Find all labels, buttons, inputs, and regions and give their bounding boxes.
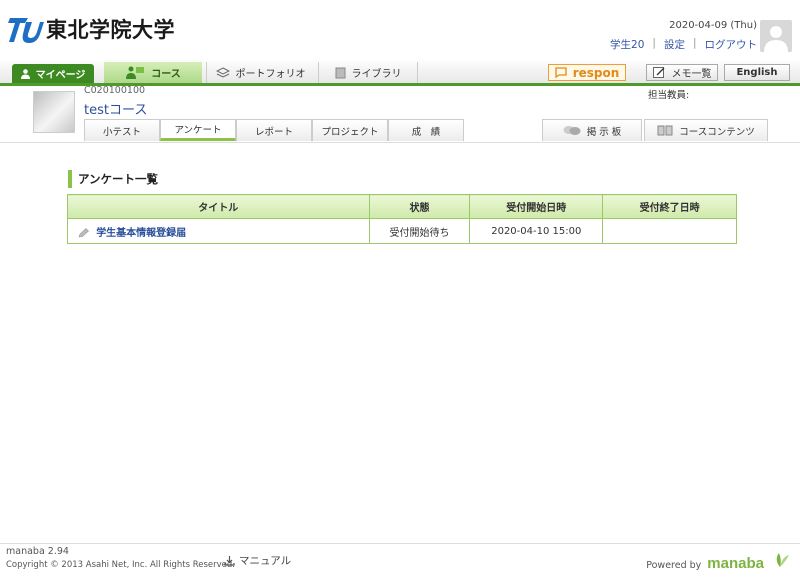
main-content: アンケート一覧 タイトル 状態 受付開始日時 受付終了日時 学生基本情報登録届 …: [0, 146, 800, 542]
survey-status: 受付開始待ち: [368, 218, 471, 244]
user-silhouette-icon: [764, 26, 788, 52]
teacher-label: 担当教員:: [648, 90, 690, 101]
survey-end-time: [602, 218, 737, 244]
university-name: 東北学院大学: [46, 18, 175, 42]
column-header-start: 受付開始日時: [469, 194, 604, 219]
university-logo[interactable]: 東北学院大学: [8, 12, 175, 46]
logout-link[interactable]: ログアウト: [705, 37, 758, 52]
course-header: C020100100 testコース 担当教員: 小テスト アンケート レポート…: [0, 85, 800, 143]
manual-link[interactable]: マニュアル: [224, 553, 291, 568]
book-icon: [335, 67, 345, 78]
site-header: 東北学院大学 2020-04-09 (Thu) 学生20 | 設定 | ログアウ…: [0, 0, 800, 60]
main-nav: マイページ コース ポートフォリオ ライブラリ respon メモ一覧 Engl…: [0, 60, 800, 86]
table-header-row: タイトル 状態 受付開始日時 受付終了日時: [67, 194, 737, 219]
column-header-end: 受付終了日時: [602, 194, 737, 219]
section-title: アンケート一覧: [68, 170, 158, 188]
table-row: 学生基本情報登録届 受付開始待ち 2020-04-10 15:00: [67, 218, 737, 244]
leaf-icon: [776, 553, 789, 567]
survey-title-cell: 学生基本情報登録届: [67, 218, 370, 244]
nav-library[interactable]: ライブラリ: [318, 62, 418, 83]
tab-bulletin-board[interactable]: 掲 示 板: [542, 119, 642, 141]
pencil-icon: [78, 227, 89, 237]
column-header-title: タイトル: [67, 194, 370, 219]
tab-grades[interactable]: 成 績: [388, 119, 464, 141]
tab-report[interactable]: レポート: [236, 119, 312, 141]
course-name[interactable]: testコース: [84, 99, 147, 118]
course-thumbnail: [33, 91, 75, 133]
speech-bubble-icon: [555, 67, 567, 78]
survey-title-link[interactable]: 学生基本情報登録届: [96, 228, 186, 239]
nav-course[interactable]: コース: [104, 62, 202, 83]
tab-project[interactable]: プロジェクト: [312, 119, 388, 141]
manaba-logo[interactable]: manaba: [707, 555, 764, 572]
open-book-icon: [657, 125, 673, 136]
site-footer: manaba 2.94 Copyright © 2013 Asahi Net, …: [0, 543, 800, 580]
copyright-text: Copyright © 2013 Asahi Net, Inc. All Rig…: [6, 560, 235, 570]
nav-english-button[interactable]: English: [724, 64, 790, 81]
layers-icon: [215, 66, 230, 78]
memo-pencil-icon: [652, 67, 664, 78]
user-name-link[interactable]: 学生20: [610, 37, 644, 52]
nav-respon-button[interactable]: respon: [548, 64, 626, 81]
course-code: C020100100: [84, 85, 146, 96]
tgu-logo-icon: [8, 18, 44, 43]
survey-table: タイトル 状態 受付開始日時 受付終了日時 学生基本情報登録届 受付開始待ち 2…: [67, 194, 737, 244]
separator: |: [652, 37, 656, 49]
powered-by: Powered by manaba: [646, 550, 790, 572]
person-icon: [20, 68, 30, 79]
nav-mypage[interactable]: マイページ: [12, 64, 94, 83]
tab-survey[interactable]: アンケート: [160, 119, 236, 141]
current-date: 2020-04-09 (Thu): [669, 20, 757, 31]
separator: |: [692, 37, 697, 49]
tab-course-contents[interactable]: コースコンテンツ: [644, 119, 768, 141]
nav-memo-button[interactable]: メモ一覧: [646, 64, 718, 81]
survey-start-time: 2020-04-10 15:00: [469, 218, 604, 244]
tab-quiz[interactable]: 小テスト: [84, 119, 160, 141]
course-tabs: 小テスト アンケート レポート プロジェクト 成 績: [84, 119, 464, 141]
user-links: 学生20 | 設定 | ログアウト: [610, 37, 757, 52]
settings-link[interactable]: 設定: [664, 37, 685, 52]
nav-portfolio[interactable]: ポートフォリオ: [206, 62, 314, 83]
column-header-status: 状態: [368, 194, 471, 219]
chat-bubbles-icon: [563, 126, 581, 135]
avatar[interactable]: [760, 20, 792, 52]
download-icon: [224, 556, 235, 566]
course-right-tabs: 掲 示 板 コースコンテンツ: [542, 119, 768, 141]
page: 東北学院大学 2020-04-09 (Thu) 学生20 | 設定 | ログアウ…: [0, 0, 800, 580]
powered-label: Powered by: [646, 560, 702, 571]
version-text: manaba 2.94: [6, 546, 69, 557]
course-people-icon: [126, 66, 145, 79]
